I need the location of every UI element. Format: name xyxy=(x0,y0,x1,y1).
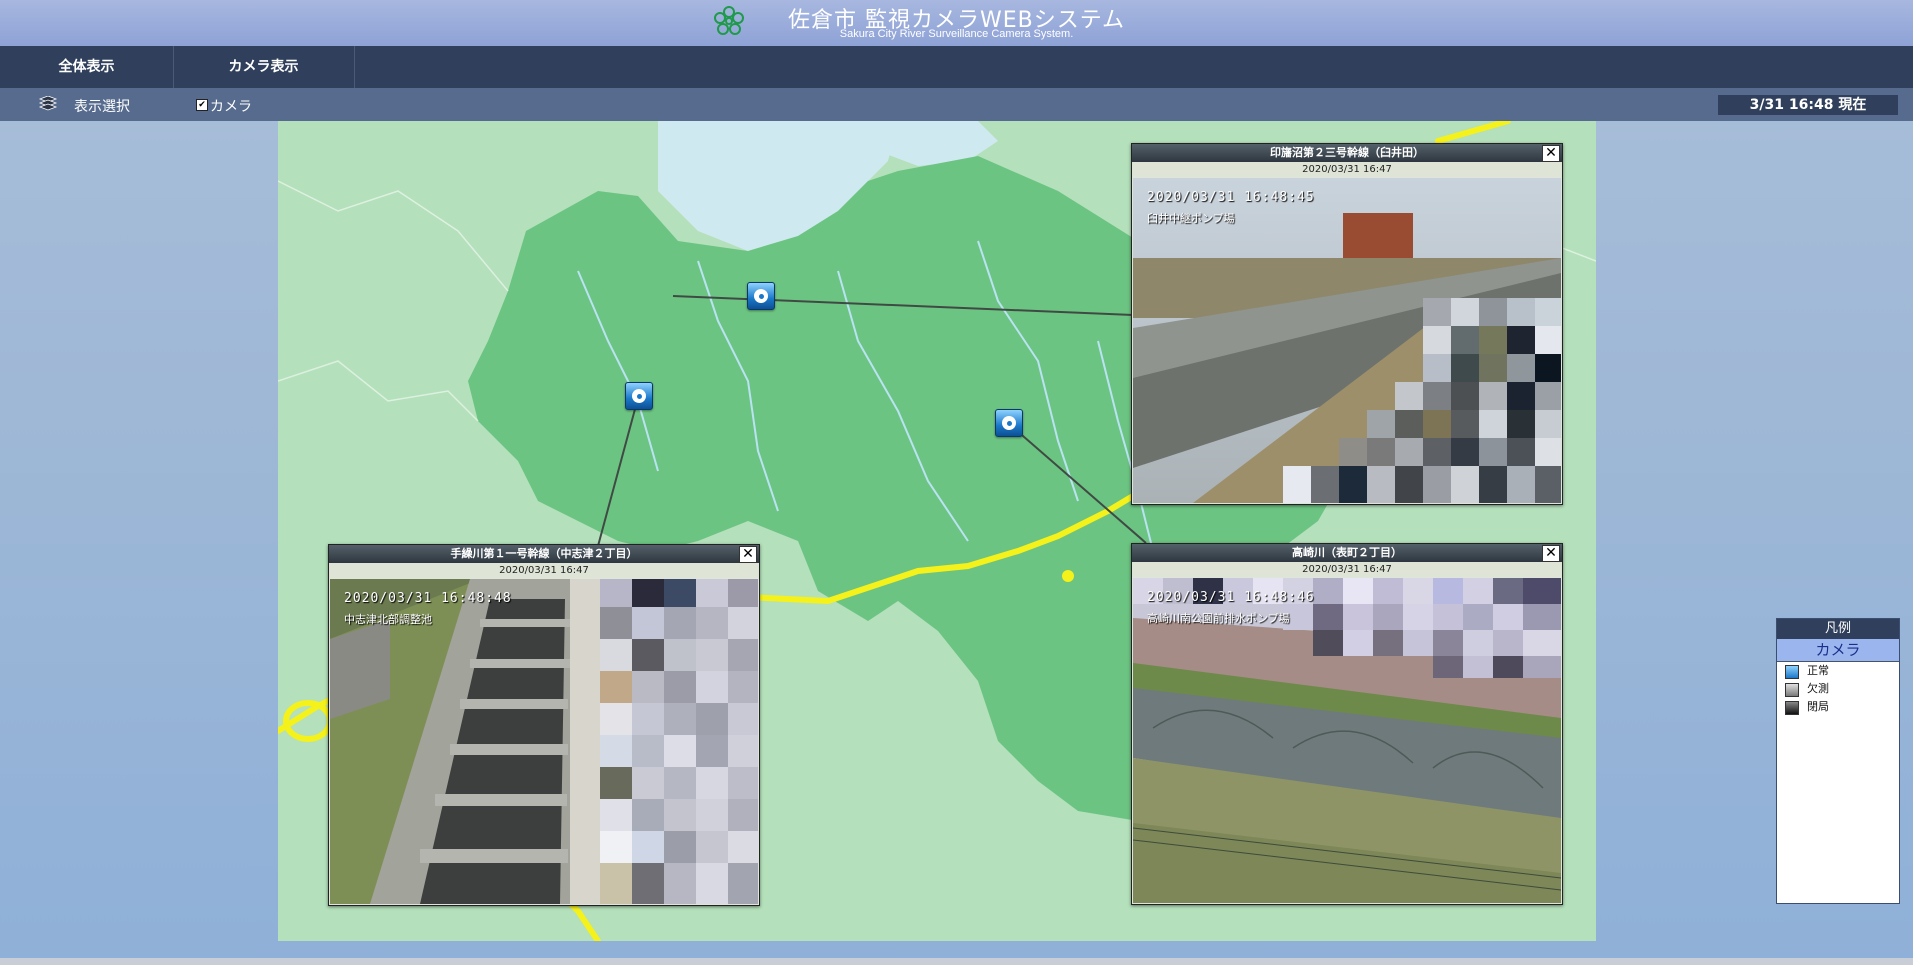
camera-image[interactable]: 2020/03/31 16:48:46 高崎川南公園前排水ポンプ場 xyxy=(1133,578,1561,903)
legend-item-label: 欠測 xyxy=(1807,682,1829,695)
page-subtitle: Sakura City River Surveillance Camera Sy… xyxy=(839,28,1074,40)
close-button[interactable]: ✕ xyxy=(739,546,757,563)
toolbar: 表示選択 ✔ カメラ 3/31 16:48 現在 xyxy=(0,88,1913,121)
main-nav: 全体表示 カメラ表示 xyxy=(0,46,1913,88)
bottom-bar xyxy=(0,958,1913,965)
camera-location: 臼井中継ポンプ場 xyxy=(1147,212,1235,225)
camera-marker-takasaki[interactable] xyxy=(995,409,1023,437)
camera-popup-takasaki: 高崎川（表町２丁目） ✕ 2020/03/31 16:47 2020/03/31… xyxy=(1131,543,1563,905)
camera-popup-nakashizu: 手繰川第１一号幹線（中志津２丁目） ✕ 2020/03/31 16:47 202… xyxy=(328,544,760,906)
map-view[interactable]: 印旛沼第２三号幹線（臼井田） ✕ 2020/03/31 16:47 2020/0… xyxy=(278,121,1596,941)
legend-item-missing: 欠測 xyxy=(1777,680,1899,698)
popup-date: 2020/03/31 16:47 xyxy=(329,563,759,578)
close-button[interactable]: ✕ xyxy=(1542,145,1560,162)
camera-closed-icon xyxy=(1785,701,1799,715)
camera-normal-icon xyxy=(1785,665,1799,679)
camera-marker-nakashizu[interactable] xyxy=(625,382,653,410)
tab-overview[interactable]: 全体表示 xyxy=(0,46,174,88)
tab-camera-view[interactable]: カメラ表示 xyxy=(173,46,355,88)
camera-marker-usui[interactable] xyxy=(747,282,775,310)
camera-location: 中志津北部調整池 xyxy=(344,613,432,626)
legend-item-normal: 正常 xyxy=(1777,662,1899,680)
popup-title-text: 手繰川第１一号幹線（中志津２丁目） xyxy=(450,547,638,560)
camera-image[interactable]: 2020/03/31 16:48:48 中志津北部調整池 xyxy=(330,579,758,904)
popup-title: 手繰川第１一号幹線（中志津２丁目） ✕ xyxy=(329,545,759,563)
camera-checkbox[interactable]: ✔ xyxy=(196,99,208,111)
popup-date: 2020/03/31 16:47 xyxy=(1132,162,1562,177)
camera-icon xyxy=(632,389,646,403)
popup-title: 高崎川（表町２丁目） ✕ xyxy=(1132,544,1562,562)
legend-panel: 凡例 カメラ 正常 欠測 閉局 xyxy=(1776,618,1900,904)
camera-image[interactable]: 2020/03/31 16:48:45 臼井中継ポンプ場 xyxy=(1133,178,1561,503)
camera-popup-usui: 印旛沼第２三号幹線（臼井田） ✕ 2020/03/31 16:47 2020/0… xyxy=(1131,143,1563,505)
layers-icon[interactable] xyxy=(38,96,58,112)
camera-timestamp: 2020/03/31 16:48:48 xyxy=(344,591,512,606)
legend-item-label: 閉局 xyxy=(1807,700,1829,713)
camera-checkbox-label[interactable]: カメラ xyxy=(210,96,252,116)
app-header: 佐倉市 監視カメラWEBシステム Sakura City River Surve… xyxy=(0,0,1913,46)
camera-icon xyxy=(754,289,768,303)
camera-icon xyxy=(1002,416,1016,430)
popup-date: 2020/03/31 16:47 xyxy=(1132,562,1562,577)
camera-timestamp: 2020/03/31 16:48:46 xyxy=(1147,590,1315,605)
camera-location: 高崎川南公園前排水ポンプ場 xyxy=(1147,612,1290,625)
popup-title: 印旛沼第２三号幹線（臼井田） ✕ xyxy=(1132,144,1562,162)
current-time: 3/31 16:48 現在 xyxy=(1718,95,1898,115)
popup-title-text: 高崎川（表町２丁目） xyxy=(1292,546,1402,559)
popup-title-text: 印旛沼第２三号幹線（臼井田） xyxy=(1270,146,1424,159)
display-select-label[interactable]: 表示選択 xyxy=(74,96,130,116)
legend-item-label: 正常 xyxy=(1807,664,1829,677)
legend-title: 凡例 xyxy=(1777,619,1899,639)
close-button[interactable]: ✕ xyxy=(1542,545,1560,562)
legend-item-closed: 閉局 xyxy=(1777,698,1899,716)
camera-missing-icon xyxy=(1785,683,1799,697)
camera-timestamp: 2020/03/31 16:48:45 xyxy=(1147,190,1315,205)
legend-category: カメラ xyxy=(1777,639,1899,662)
